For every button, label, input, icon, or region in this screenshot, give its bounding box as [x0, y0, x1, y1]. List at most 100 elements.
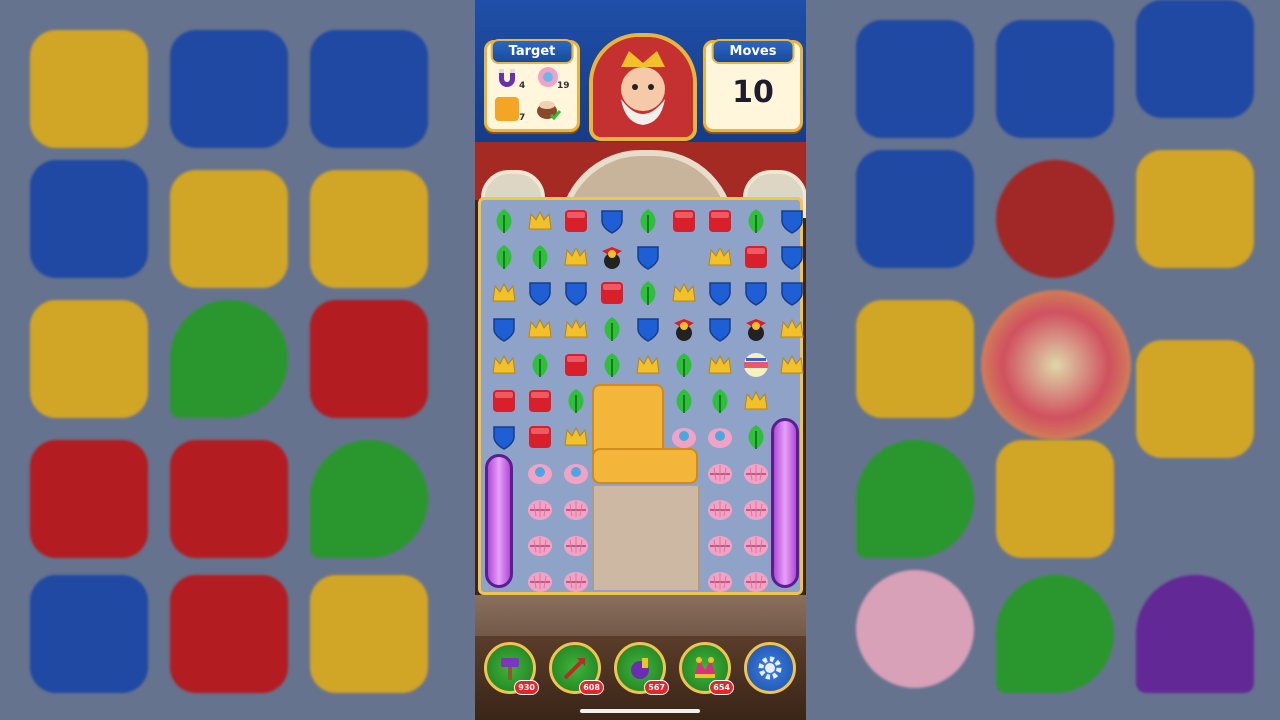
shell-icon[interactable] — [703, 456, 737, 490]
box-icon[interactable] — [703, 204, 737, 238]
magnet-icon[interactable] — [485, 454, 513, 588]
shell-icon[interactable] — [703, 528, 737, 562]
shell-icon[interactable] — [739, 564, 773, 598]
crown-icon[interactable] — [703, 348, 737, 382]
home-indicator[interactable] — [580, 709, 700, 713]
jester-hat-icon — [695, 657, 715, 678]
crown-icon[interactable] — [487, 276, 521, 310]
magnet-icon[interactable] — [771, 418, 799, 588]
cannon-booster-button[interactable]: 567 — [614, 642, 669, 695]
game-screen: Target 4 19 7 Moves 10 930 608 567 654 — [475, 0, 806, 720]
jester-count: 654 — [709, 680, 734, 695]
shell-icon[interactable] — [739, 456, 773, 490]
target-panel: Target 4 19 7 — [484, 39, 580, 132]
bg-overlay — [0, 0, 475, 720]
cannon-count: 567 — [644, 680, 669, 695]
shield-icon[interactable] — [775, 240, 806, 274]
orange-tile-block — [592, 448, 698, 484]
box-icon[interactable] — [523, 384, 557, 418]
shell-icon[interactable] — [523, 564, 557, 598]
hammer-booster-button[interactable]: 930 — [484, 642, 539, 695]
shield-icon[interactable] — [523, 276, 557, 310]
arrow-icon — [563, 658, 585, 680]
background-right — [806, 0, 1280, 720]
target-title: Target — [490, 39, 574, 64]
settings-button[interactable] — [744, 642, 796, 694]
crown-icon[interactable] — [739, 384, 773, 418]
box-icon[interactable] — [523, 420, 557, 454]
shell-icon[interactable] — [559, 564, 593, 598]
moves-counter: 10 — [732, 75, 774, 110]
crown-icon[interactable] — [559, 312, 593, 346]
shell-icon[interactable] — [739, 492, 773, 526]
crown-icon[interactable] — [523, 312, 557, 346]
shell-icon[interactable] — [559, 528, 593, 562]
propeller-icon[interactable] — [739, 312, 773, 346]
moves-panel: Moves 10 — [703, 39, 803, 132]
leaf-icon[interactable] — [487, 204, 521, 238]
crown-icon[interactable] — [559, 420, 593, 454]
propeller-icon[interactable] — [595, 240, 629, 274]
shell-icon[interactable] — [523, 528, 557, 562]
hammer-count: 930 — [514, 680, 539, 695]
leaf-icon[interactable] — [595, 312, 629, 346]
leaf-icon[interactable] — [559, 384, 593, 418]
crown-icon[interactable] — [667, 276, 701, 310]
leaf-icon[interactable] — [667, 384, 701, 418]
shield-icon[interactable] — [775, 276, 806, 310]
pot-icon — [535, 97, 563, 121]
bg-overlay — [806, 0, 1280, 720]
shield-icon[interactable] — [775, 204, 806, 238]
shield-icon[interactable] — [703, 312, 737, 346]
box-icon[interactable] — [487, 384, 521, 418]
box-icon[interactable] — [559, 204, 593, 238]
crown-icon[interactable] — [487, 348, 521, 382]
shield-icon[interactable] — [487, 420, 521, 454]
shield-icon[interactable] — [631, 312, 665, 346]
leaf-icon[interactable] — [631, 276, 665, 310]
king-avatar-icon — [589, 33, 697, 141]
leaf-icon[interactable] — [523, 240, 557, 274]
leaf-icon[interactable] — [523, 348, 557, 382]
crown-icon[interactable] — [559, 240, 593, 274]
shell-icon[interactable] — [559, 492, 593, 526]
game-board[interactable] — [478, 197, 806, 598]
box-icon[interactable] — [559, 348, 593, 382]
shell-icon[interactable] — [703, 564, 737, 598]
cannon-icon — [631, 658, 649, 679]
box-icon[interactable] — [667, 204, 701, 238]
box-icon[interactable] — [595, 276, 629, 310]
shield-icon[interactable] — [559, 276, 593, 310]
arrow-booster-button[interactable]: 608 — [549, 642, 604, 695]
crown-icon[interactable] — [775, 312, 806, 346]
shield-icon[interactable] — [631, 240, 665, 274]
leaf-icon[interactable] — [703, 384, 737, 418]
shield-icon[interactable] — [703, 276, 737, 310]
crown-icon[interactable] — [775, 348, 806, 382]
shield-icon[interactable] — [739, 276, 773, 310]
shell-icon[interactable] — [739, 528, 773, 562]
pearl-icon[interactable] — [523, 456, 557, 490]
leaf-icon[interactable] — [739, 204, 773, 238]
crown-icon[interactable] — [703, 240, 737, 274]
leaf-icon[interactable] — [595, 348, 629, 382]
leaf-icon[interactable] — [739, 420, 773, 454]
box-icon[interactable] — [739, 240, 773, 274]
leaf-icon[interactable] — [667, 348, 701, 382]
shield-icon[interactable] — [487, 312, 521, 346]
tile-count: 7 — [519, 113, 526, 123]
crown-icon[interactable] — [631, 348, 665, 382]
crown-icon[interactable] — [523, 204, 557, 238]
shell-icon[interactable] — [703, 492, 737, 526]
pearl-count: 19 — [557, 81, 570, 91]
pearl-icon[interactable] — [703, 420, 737, 454]
jester-booster-button[interactable]: 654 — [679, 642, 734, 695]
leaf-icon[interactable] — [487, 240, 521, 274]
leaf-icon[interactable] — [631, 204, 665, 238]
shell-icon[interactable] — [523, 492, 557, 526]
background-left — [0, 0, 475, 720]
rocket-icon[interactable] — [739, 348, 773, 382]
propeller-icon[interactable] — [667, 312, 701, 346]
pearl-icon[interactable] — [559, 456, 593, 490]
shield-icon[interactable] — [595, 204, 629, 238]
